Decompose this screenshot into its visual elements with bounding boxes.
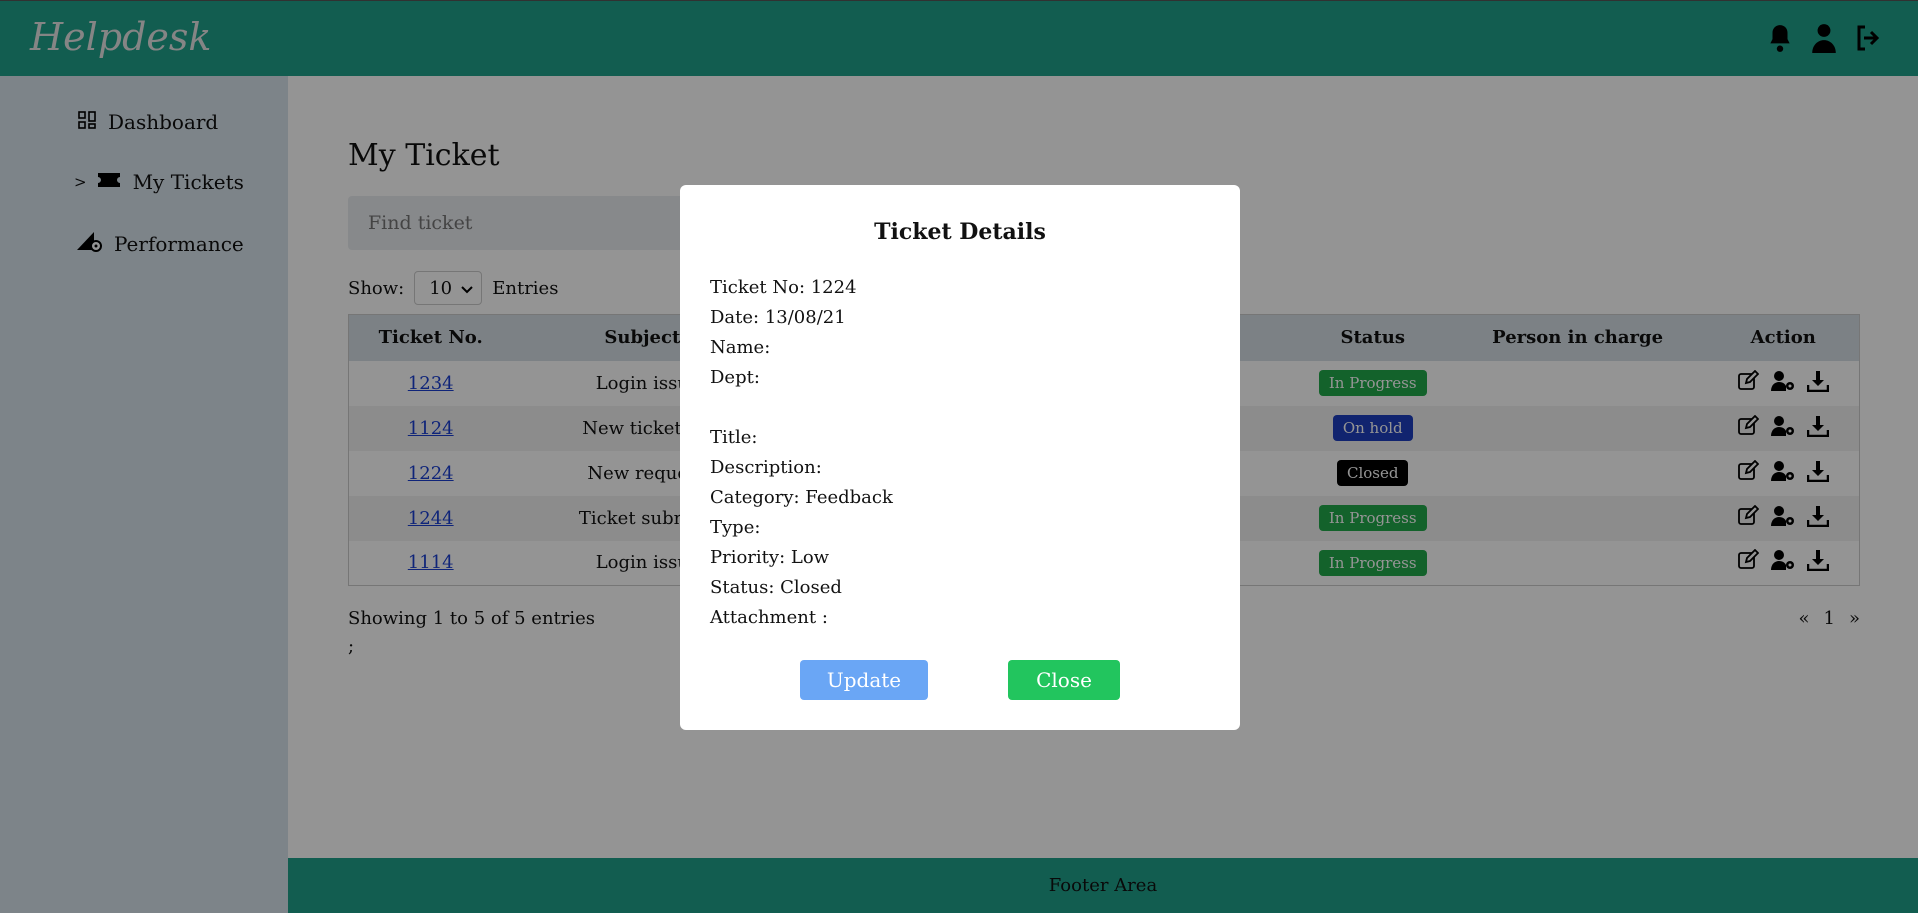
field-date: Date: 13/08/21 [710,307,846,328]
field-attachment: Attachment : [710,607,828,628]
field-status: Status: Closed [710,577,842,598]
field-type: Type: [710,517,761,538]
update-button[interactable]: Update [800,660,928,700]
close-button[interactable]: Close [1008,660,1120,700]
field-ticket-no: Ticket No: 1224 [710,277,857,298]
ticket-details-modal: Ticket Details Ticket No: 1224 Date: 13/… [680,185,1240,730]
field-title: Title: [710,427,758,448]
field-name: Name: [710,337,771,358]
field-priority: Priority: Low [710,547,830,568]
field-category: Category: Feedback [710,487,893,508]
field-dept: Dept: [710,367,760,388]
field-gap [710,393,893,423]
modal-title: Ticket Details [874,219,1046,245]
field-description: Description: [710,457,822,478]
ticket-fields: Ticket No: 1224 Date: 13/08/21 Name: Dep… [710,273,893,633]
